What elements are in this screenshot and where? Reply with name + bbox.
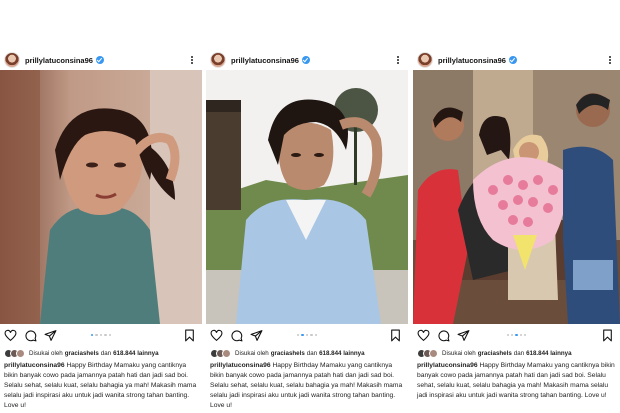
liked-by-prefix: Disukai oleh [235,349,269,357]
more-options-icon[interactable] [606,55,614,65]
caption-username[interactable]: prillylatuconsina96 [4,362,65,369]
liked-by-middle: dan [306,349,318,357]
liked-by-middle: dan [100,349,112,357]
comment-icon[interactable] [437,329,450,342]
caption-text: Happy Birthday Mamaku yang cantiknya bik… [210,362,403,409]
bookmark-icon[interactable] [183,329,196,342]
heart-icon[interactable] [4,329,17,342]
liked-by-prefix: Disukai oleh [29,349,63,357]
post-photo[interactable] [413,70,620,324]
post-username[interactable]: prillylatuconsina96 [25,56,93,65]
post-caption: prillylatuconsina96 Happy Birthday Mamak… [210,361,406,411]
liked-by-middle: dan [513,349,525,357]
instagram-post-2: prillylatuconsina96 Disukai oleh gracias… [206,44,408,409]
liked-by-user[interactable]: graciashels [65,350,99,357]
liker-avatars [417,348,438,358]
liked-by-line[interactable]: Disukai oleh graciashels dan 618.844 lai… [417,348,618,358]
liker-avatars [4,348,25,358]
paper-plane-icon[interactable] [457,329,470,342]
avatar[interactable] [210,52,226,68]
comment-icon[interactable] [230,329,243,342]
more-options-icon[interactable] [188,55,196,65]
caption-text: Happy Birthday Mamaku yang cantiknya bik… [4,362,197,409]
liked-by-prefix: Disukai oleh [442,349,476,357]
liked-by-line[interactable]: Disukai oleh graciashels dan 618.844 lai… [210,348,406,358]
avatar[interactable] [4,52,20,68]
paper-plane-icon[interactable] [250,329,263,342]
instagram-post-3: prillylatuconsina96 Disukai oleh gracias… [413,44,620,399]
liked-by-user[interactable]: graciashels [478,350,512,357]
post-photo[interactable] [0,70,202,324]
post-username[interactable]: prillylatuconsina96 [231,56,299,65]
liker-avatars [210,348,231,358]
post-username[interactable]: prillylatuconsina96 [438,56,506,65]
liked-by-count[interactable]: 618.844 lainnya [113,350,158,357]
verified-badge-icon [301,56,310,64]
paper-plane-icon[interactable] [44,329,57,342]
liked-by-user[interactable]: graciashels [271,350,305,357]
verified-badge-icon [508,56,517,64]
verified-badge-icon [95,56,104,64]
bookmark-icon[interactable] [601,329,614,342]
post-actions [206,327,408,343]
carousel-indicator [506,333,527,337]
comment-icon[interactable] [24,329,37,342]
carousel-indicator [297,333,317,337]
post-caption: prillylatuconsina96 Happy Birthday Mamak… [417,361,618,401]
post-photo[interactable] [206,70,408,324]
carousel-indicator [91,333,111,337]
liked-by-count[interactable]: 618.844 lainnya [319,350,364,357]
post-caption: prillylatuconsina96 Happy Birthday Mamak… [4,361,200,411]
avatar[interactable] [417,52,433,68]
liked-by-line[interactable]: Disukai oleh graciashels dan 618.844 lai… [4,348,200,358]
post-actions [413,327,620,343]
more-options-icon[interactable] [394,55,402,65]
instagram-post-1: prillylatuconsina96 Disukai oleh gracias… [0,44,202,409]
heart-icon[interactable] [417,329,430,342]
caption-username[interactable]: prillylatuconsina96 [417,362,478,369]
liked-by-count[interactable]: 618.844 lainnya [526,350,571,357]
heart-icon[interactable] [210,329,223,342]
caption-username[interactable]: prillylatuconsina96 [210,362,271,369]
post-actions [0,327,202,343]
bookmark-icon[interactable] [389,329,402,342]
